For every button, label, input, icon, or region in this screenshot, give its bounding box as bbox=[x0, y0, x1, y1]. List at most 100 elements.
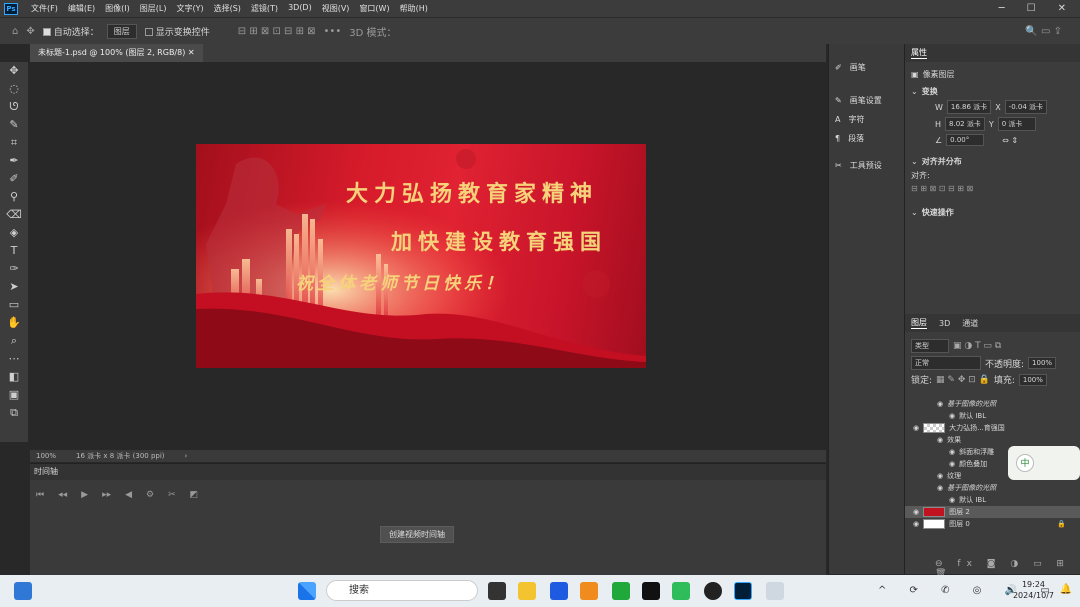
more-tools-icon[interactable]: ⋯ bbox=[0, 350, 28, 368]
tab-3d[interactable]: 3D bbox=[939, 319, 950, 328]
tab-layers[interactable]: 图层 bbox=[911, 317, 927, 329]
app-icon[interactable] bbox=[612, 582, 630, 600]
menu-item[interactable]: 选择(S) bbox=[209, 3, 246, 14]
lasso-tool-icon[interactable]: ᘎ bbox=[0, 98, 28, 116]
align-icons[interactable]: ⊟ ⊞ ⊠ ⊡ ⊟ ⊞ ⊠ bbox=[238, 26, 316, 37]
quick-mask-icon[interactable]: ▣ bbox=[0, 386, 28, 404]
create-video-timeline-button[interactable]: 创建视频时间轴 bbox=[380, 526, 454, 543]
filter-icons[interactable]: ▣ ◑ T ▭ ⧉ bbox=[953, 341, 1001, 351]
visibility-eye-icon[interactable]: ◉ bbox=[949, 448, 955, 456]
transition-icon[interactable]: ◩ bbox=[190, 490, 199, 500]
more-icon[interactable]: ••• bbox=[324, 26, 342, 37]
width-field[interactable]: 16.86 派卡 bbox=[946, 100, 992, 114]
tab-properties[interactable]: 属性 bbox=[911, 47, 927, 59]
layer-select-dropdown[interactable]: 图层 bbox=[106, 23, 137, 39]
layer-row[interactable]: ◉ 大力弘扬...育强国 bbox=[905, 422, 1080, 434]
taskbar-search[interactable]: 搜索 bbox=[326, 580, 478, 601]
notification-icon[interactable]: 🔔 bbox=[1060, 584, 1072, 595]
menu-item[interactable]: 3D(D) bbox=[283, 3, 317, 14]
screen-mode-icon[interactable]: ⧉ bbox=[0, 404, 28, 422]
play-icon[interactable]: ▶ bbox=[81, 490, 88, 500]
document-tab[interactable]: 未标题-1.psd @ 100% (图层 2, RGB/8) ✕ bbox=[30, 44, 203, 62]
visibility-eye-icon[interactable]: ◉ bbox=[937, 400, 943, 408]
tab-channels[interactable]: 通道 bbox=[962, 318, 978, 329]
move-tool-icon[interactable]: ✥ bbox=[0, 62, 28, 80]
audio-icon[interactable]: ◀ bbox=[125, 490, 132, 500]
maximize-icon[interactable]: ☐ bbox=[1027, 3, 1036, 14]
first-frame-icon[interactable]: ⏮ bbox=[36, 490, 44, 500]
visibility-eye-icon[interactable]: ◉ bbox=[937, 472, 943, 480]
color-swatches-icon[interactable]: ◧ bbox=[0, 368, 28, 386]
auto-select-checkbox[interactable]: 自动选择： bbox=[42, 25, 99, 38]
opacity-field[interactable]: 100% bbox=[1028, 357, 1057, 369]
eraser-tool-icon[interactable]: ⌫ bbox=[0, 206, 28, 224]
settings-icon[interactable]: ⚙ bbox=[146, 490, 154, 500]
gradient-tool-icon[interactable]: ◈ bbox=[0, 224, 28, 242]
visibility-eye-icon[interactable]: ◉ bbox=[913, 520, 919, 528]
character-button[interactable]: A 字符 bbox=[829, 110, 904, 129]
zoom-tool-icon[interactable]: ⌕ bbox=[0, 332, 28, 350]
widgets-icon[interactable] bbox=[14, 582, 32, 600]
collapse-icon[interactable]: ⌄ bbox=[911, 157, 918, 166]
collapse-icon[interactable]: ⌄ bbox=[911, 87, 918, 96]
clock[interactable]: 19:24 2024/10/7 bbox=[1013, 579, 1054, 601]
document-canvas[interactable]: 大力弘扬教育家精神 加快建设教育强国 祝全体老师节日快乐！ bbox=[196, 144, 646, 368]
menu-item[interactable]: 文件(F) bbox=[26, 3, 63, 14]
visibility-eye-icon[interactable]: ◉ bbox=[937, 436, 943, 444]
flip-icons[interactable]: ⇔ ⇕ bbox=[1002, 136, 1018, 145]
close-icon[interactable]: ✕ bbox=[1058, 3, 1066, 14]
file-explorer-icon[interactable] bbox=[518, 582, 536, 600]
visibility-eye-icon[interactable]: ◉ bbox=[913, 424, 919, 432]
align-buttons[interactable]: ⊟ ⊞ ⊠ ⊡ ⊟ ⊞ ⊠ bbox=[911, 184, 1074, 193]
marquee-tool-icon[interactable]: ◌ bbox=[0, 80, 28, 98]
height-field[interactable]: 8.02 派卡 bbox=[945, 117, 985, 131]
menu-item[interactable]: 窗口(W) bbox=[354, 3, 394, 14]
angle-field[interactable]: 0.00° bbox=[946, 134, 985, 146]
app-icon[interactable] bbox=[580, 582, 598, 600]
lock-icons[interactable]: ▦ ✎ ✥ ⊡ 🔒 bbox=[936, 375, 990, 385]
menu-item[interactable]: 滤镜(T) bbox=[246, 3, 283, 14]
show-transform-checkbox[interactable]: 显示变换控件 bbox=[144, 25, 210, 38]
pen-tool-icon[interactable]: ✑ bbox=[0, 260, 28, 278]
wechat-icon[interactable] bbox=[672, 582, 690, 600]
menu-item[interactable]: 编辑(E) bbox=[63, 3, 100, 14]
layer-row[interactable]: ◉ 效果 bbox=[905, 434, 1080, 446]
visibility-eye-icon[interactable]: ◉ bbox=[949, 460, 955, 468]
layer-filter-dropdown[interactable]: 类型 bbox=[911, 339, 949, 353]
visibility-eye-icon[interactable]: ◉ bbox=[949, 412, 955, 420]
menu-item[interactable]: 视图(V) bbox=[317, 3, 355, 14]
paragraph-button[interactable]: ¶ 段落 bbox=[829, 129, 904, 148]
quick-select-tool-icon[interactable]: ✎ bbox=[0, 116, 28, 134]
layer-row[interactable]: ◉ 图层 0 🔒 bbox=[905, 518, 1080, 530]
minimize-icon[interactable]: ─ bbox=[999, 3, 1005, 14]
layer-row[interactable]: ◉ 图层 2 bbox=[905, 506, 1080, 518]
zoom-level[interactable]: 100% bbox=[36, 452, 56, 460]
photoshop-taskbar-icon[interactable] bbox=[734, 582, 752, 600]
stamp-tool-icon[interactable]: ⚲ bbox=[0, 188, 28, 206]
network-app-icon[interactable] bbox=[766, 582, 784, 600]
layer-row[interactable]: ◉ 基于图像的光照 bbox=[905, 482, 1080, 494]
start-icon[interactable] bbox=[298, 582, 316, 600]
type-tool-icon[interactable]: T bbox=[0, 242, 28, 260]
visibility-eye-icon[interactable]: ◉ bbox=[937, 484, 943, 492]
brush-panel-button[interactable]: ✐ 画笔 bbox=[829, 58, 904, 77]
browser-icon[interactable] bbox=[550, 582, 568, 600]
brush-settings-button[interactable]: ✎ 画笔设置 bbox=[829, 91, 904, 110]
next-frame-icon[interactable]: ▸▸ bbox=[102, 490, 111, 500]
menu-item[interactable]: 图像(I) bbox=[100, 3, 135, 14]
menu-item[interactable]: 图层(L) bbox=[135, 3, 172, 14]
qq-icon[interactable] bbox=[704, 582, 722, 600]
tab-close-icon[interactable]: ✕ bbox=[188, 48, 195, 57]
menu-item[interactable]: 帮助(H) bbox=[395, 3, 433, 14]
layer-row[interactable]: ◉ 默认 IBL bbox=[905, 494, 1080, 506]
tool-presets-button[interactable]: ✂ 工具预设 bbox=[829, 156, 904, 175]
collapse-icon[interactable]: ⌄ bbox=[911, 208, 918, 217]
menu-item[interactable]: 文字(Y) bbox=[171, 3, 208, 14]
fill-field[interactable]: 100% bbox=[1018, 373, 1047, 386]
capcut-icon[interactable] bbox=[642, 582, 660, 600]
visibility-eye-icon[interactable]: ◉ bbox=[949, 496, 955, 504]
prev-frame-icon[interactable]: ◂◂ bbox=[58, 490, 67, 500]
x-field[interactable]: -0.04 派卡 bbox=[1004, 100, 1048, 114]
layer-row[interactable]: ◉ 基于图像的光照 bbox=[905, 398, 1080, 410]
split-icon[interactable]: ✂ bbox=[168, 490, 176, 500]
